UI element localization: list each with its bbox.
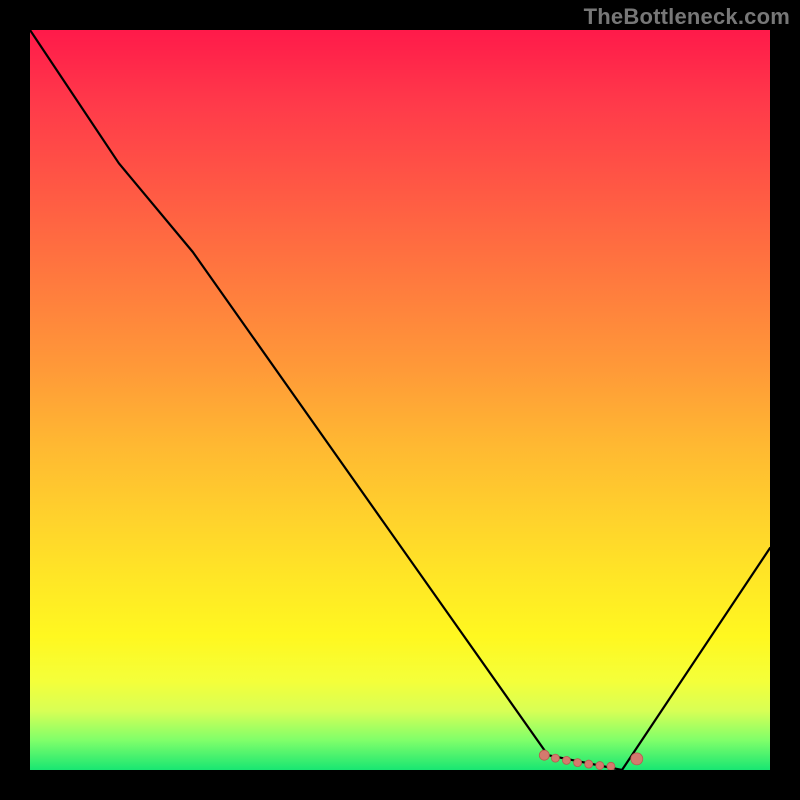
watermark-text: TheBottleneck.com	[584, 4, 790, 30]
plot-area	[30, 30, 770, 770]
gradient-background	[30, 30, 770, 770]
chart-frame: TheBottleneck.com	[0, 0, 800, 800]
